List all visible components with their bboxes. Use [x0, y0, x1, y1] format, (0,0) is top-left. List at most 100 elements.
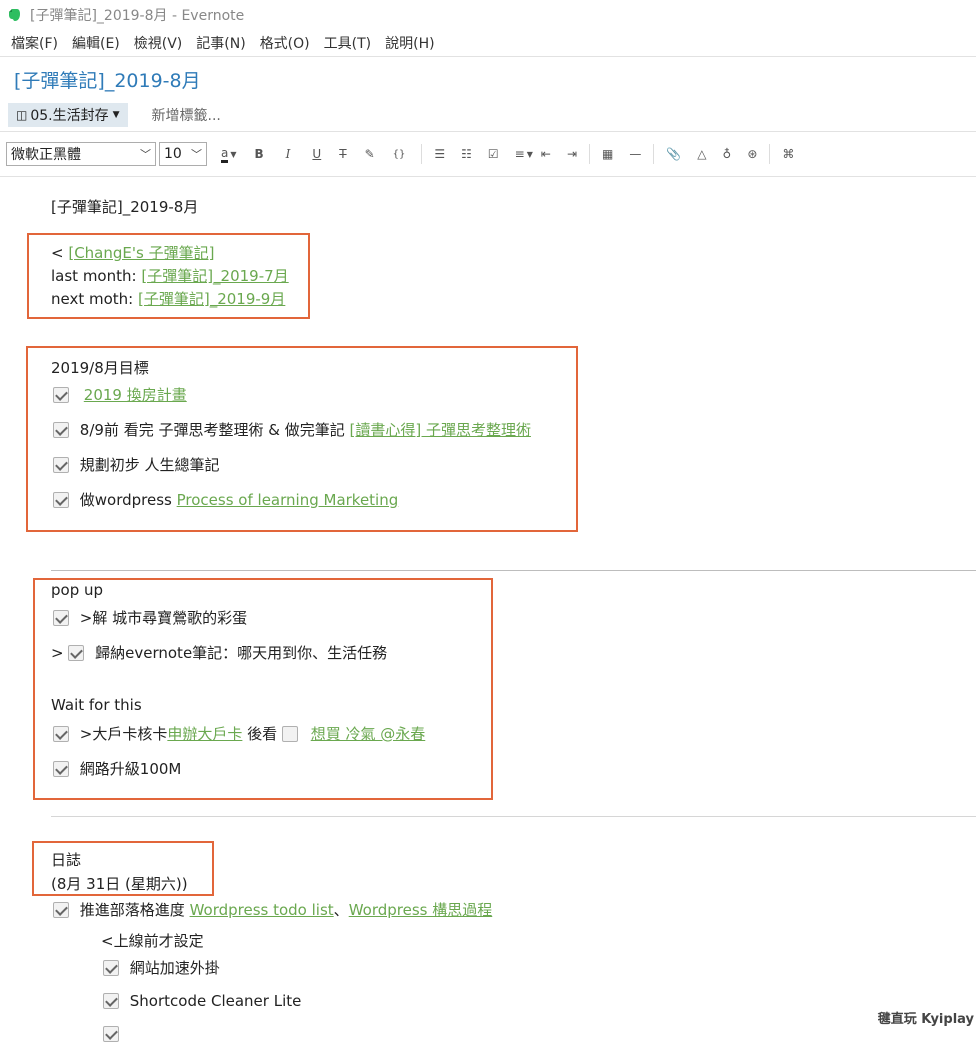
menu-tools[interactable]: 工具(T)	[317, 33, 378, 53]
checkbox[interactable]	[53, 726, 69, 742]
list-item: 推進部落格進度 Wordpress todo list、Wordpress 構思…	[53, 899, 492, 920]
goal-text: 規劃初步 人生總筆記	[79, 456, 220, 474]
code-block-button[interactable]: {}	[393, 149, 406, 160]
note-body[interactable]: [子彈筆記]_2019-8月 < [ChangE's 子彈筆記] last mo…	[0, 176, 976, 1042]
list-item: >大戶卡核卡申辦大戶卡 後看 想買 冷氣 @永春	[53, 723, 425, 744]
item-text: 網站加速外掛	[129, 959, 220, 977]
horizontal-rule-icon[interactable]: —	[629, 147, 641, 161]
chevron-down-icon[interactable]: ▼	[230, 150, 236, 159]
menu-edit[interactable]: 編輯(E)	[65, 33, 127, 53]
journal-title: 日誌	[51, 851, 82, 869]
strikethrough-button[interactable]: T	[339, 147, 346, 161]
next-month-label: next moth:	[51, 290, 138, 308]
toolbar-divider	[589, 144, 590, 164]
popup-title: pop up	[51, 581, 104, 599]
item-link[interactable]: Wordpress todo list	[190, 901, 334, 919]
checkbox[interactable]	[68, 645, 85, 661]
toolbar-divider	[769, 144, 771, 164]
menu-bar: 檔案(F) 編輯(E) 檢視(V) 記事(N) 格式(O) 工具(T) 說明(H…	[0, 30, 976, 57]
add-tag-button[interactable]: 新增標籤...	[152, 105, 221, 125]
checkbox[interactable]	[53, 422, 69, 438]
item-text: 後看	[242, 725, 278, 743]
attachment-icon[interactable]: 📎	[666, 147, 681, 161]
home-line: < [ChangE's 子彈筆記]	[51, 242, 214, 263]
item-link[interactable]: 想買 冷氣 @永春	[311, 725, 426, 743]
presentation-icon[interactable]: ♁	[723, 147, 732, 161]
item-link[interactable]: Wordpress 構思過程	[349, 901, 493, 919]
checkbox[interactable]	[103, 993, 119, 1009]
toolbar-divider	[653, 144, 655, 164]
checkbox[interactable]	[281, 726, 298, 742]
table-icon[interactable]: ▦	[602, 147, 613, 161]
chevron-down-icon[interactable]: ▼	[527, 150, 533, 159]
notebook-name: 05.生活封存	[30, 108, 109, 124]
item-text: >大戶卡核卡	[79, 725, 168, 743]
goal-text: 做wordpress	[79, 491, 177, 509]
list-item: 網站加速外掛	[103, 957, 220, 978]
align-icon[interactable]: ≡	[515, 147, 525, 161]
journal-date: (8月 31日 (星期六))	[51, 875, 188, 893]
font-family-value: 微軟正黑體	[11, 147, 81, 163]
list-item: > 歸納evernote筆記：哪天用到你、生活任務	[51, 642, 387, 663]
font-size-select[interactable]: 10 ﹀	[159, 142, 207, 166]
checkbox[interactable]	[53, 610, 69, 626]
item-prefix: >	[51, 644, 64, 662]
checkbox-list-icon[interactable]: ☑	[488, 147, 499, 161]
body-heading: [子彈筆記]_2019-8月	[51, 198, 199, 216]
menu-view[interactable]: 檢視(V)	[127, 33, 190, 53]
goal-link[interactable]: [讀書心得] 子彈思考整理術	[349, 421, 530, 439]
list-item: 8/9前 看完 子彈思考整理術 & 做完筆記 [讀書心得] 子彈思考整理術	[53, 419, 531, 440]
bulleted-list-icon[interactable]: ☰	[434, 147, 445, 161]
last-month-link[interactable]: [子彈筆記]_2019-7月	[141, 267, 288, 285]
checkbox[interactable]	[53, 902, 69, 918]
font-family-select[interactable]: 微軟正黑體 ﹀	[6, 142, 156, 166]
indent-icon[interactable]: ⇥	[567, 147, 577, 161]
bold-button[interactable]: B	[255, 147, 264, 161]
checkbox[interactable]	[53, 492, 69, 508]
wait-title: Wait for this	[51, 696, 142, 714]
nav-prefix: <	[51, 244, 69, 262]
font-size-value: 10	[164, 146, 182, 162]
watermark: 毽直玩 Kyiplay	[877, 1012, 974, 1027]
next-month-line: next moth: [子彈筆記]_2019-9月	[51, 288, 285, 309]
title-bar: [子彈筆記]_2019-8月 - Evernote	[0, 0, 976, 30]
notebook-selector[interactable]: ◫ 05.生活封存 ▼	[8, 103, 128, 127]
checkbox[interactable]	[53, 387, 69, 403]
list-item	[103, 1025, 119, 1043]
numbered-list-icon[interactable]: ☷	[461, 147, 472, 161]
goal-text: 8/9前 看完 子彈思考整理術 & 做完筆記	[79, 421, 350, 439]
highlight-button[interactable]: ✎	[365, 147, 375, 161]
menu-file[interactable]: 檔案(F)	[4, 33, 65, 53]
goal-link[interactable]: 2019 換房計畫	[84, 386, 187, 404]
italic-button[interactable]: I	[286, 147, 291, 161]
last-month-label: last month:	[51, 267, 142, 285]
underline-button[interactable]: U	[312, 147, 321, 161]
next-month-link[interactable]: [子彈筆記]_2019-9月	[138, 290, 285, 308]
goal-link[interactable]: Process of learning Marketing	[177, 491, 399, 509]
evernote-logo-icon	[9, 9, 20, 21]
checkbox[interactable]	[103, 1026, 119, 1042]
notebook-tag-row: ◫ 05.生活封存 ▼ 新增標籤...	[8, 103, 221, 127]
home-link[interactable]: [ChangE's 子彈筆記]	[68, 244, 214, 262]
drive-icon[interactable]: △	[697, 147, 706, 161]
formatting-toolbar: 微軟正黑體 ﹀ 10 ﹀ a ▼ B I U T ✎ {} ☰ ☷ ☑ ≡ ▼ …	[0, 131, 976, 177]
list-item: 網路升級100M	[53, 758, 181, 779]
divider	[51, 570, 976, 571]
checkbox[interactable]	[103, 960, 119, 976]
checkbox[interactable]	[53, 761, 69, 777]
list-item: 2019 換房計畫	[53, 384, 187, 405]
list-item: Shortcode Cleaner Lite	[103, 992, 301, 1010]
font-color-button[interactable]: a	[221, 146, 229, 163]
menu-note[interactable]: 記事(N)	[189, 33, 252, 53]
chevron-down-icon: ﹀	[140, 148, 151, 161]
menu-help[interactable]: 說明(H)	[378, 33, 441, 53]
item-text: >解 城市尋寶鶯歌的彩蛋	[79, 609, 248, 627]
item-link[interactable]: 申辦大戶卡	[167, 725, 242, 743]
list-item: >解 城市尋寶鶯歌的彩蛋	[53, 607, 247, 628]
shortcut-icon[interactable]: ⌘	[782, 147, 794, 161]
note-title[interactable]: [子彈筆記]_2019-8月	[14, 66, 201, 93]
checkbox[interactable]	[53, 457, 69, 473]
outdent-icon[interactable]: ⇤	[541, 147, 551, 161]
camera-icon[interactable]: ⊛	[747, 147, 757, 161]
menu-format[interactable]: 格式(O)	[253, 33, 317, 53]
